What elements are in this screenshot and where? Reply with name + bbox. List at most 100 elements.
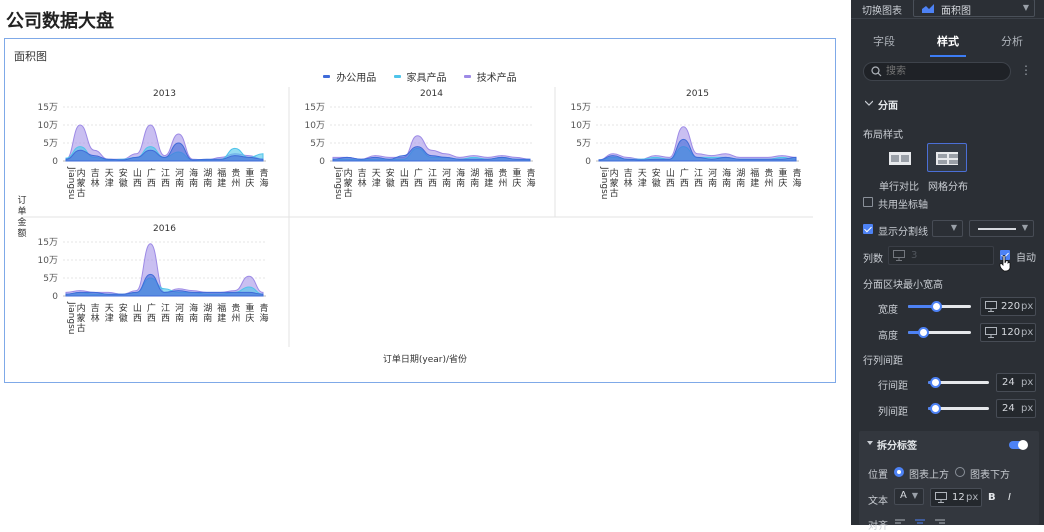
x-tick-label: 吉: [91, 303, 100, 314]
x-tick-label: 河: [175, 302, 184, 314]
align-left-icon[interactable]: [895, 519, 905, 525]
x-tick-label: Jiangsu: [66, 301, 76, 334]
x-tick-label: 湖: [203, 168, 212, 179]
height-slider-handle[interactable]: [918, 327, 929, 338]
more-options-icon[interactable]: ⋮: [1020, 63, 1032, 77]
align-center-icon[interactable]: [915, 519, 925, 525]
x-tick-label: 福: [217, 167, 226, 179]
y-tick-label: 0: [585, 157, 591, 167]
x-tick-label: 重: [245, 302, 254, 314]
search-box[interactable]: [863, 62, 1011, 81]
row-gap-input[interactable]: 24 px: [996, 373, 1036, 392]
position-above-radio[interactable]: [894, 467, 904, 477]
x-tick-label: 天: [105, 169, 114, 179]
tab-analysis[interactable]: 分析: [1001, 33, 1023, 49]
x-tick-label: 州: [231, 178, 240, 189]
row-gap-slider-handle[interactable]: [930, 377, 941, 388]
facet-title: 2013: [153, 89, 176, 99]
row-gap-slider[interactable]: [928, 377, 989, 388]
x-tick-label: 天: [638, 169, 647, 179]
y-tick-label: 5万: [310, 139, 325, 149]
x-tick-label: 西: [161, 178, 170, 189]
x-tick-label: 天: [105, 304, 114, 314]
x-tick-label: 南: [722, 177, 731, 189]
x-tick-label: 广: [147, 302, 156, 314]
height-input[interactable]: 120 px: [980, 323, 1036, 342]
min-size-label: 分面区块最小宽高: [863, 280, 943, 291]
x-tick-label: 庆: [778, 177, 787, 189]
layout-style-label: 布局样式: [863, 130, 903, 141]
y-tick-label: 5万: [576, 139, 591, 149]
y-tick-label: 15万: [571, 103, 591, 113]
layout-single-row-button[interactable]: [883, 145, 915, 170]
position-label: 位置: [868, 470, 888, 481]
x-tick-label: 徽: [119, 312, 128, 324]
width-slider[interactable]: [908, 301, 971, 312]
columns-input[interactable]: 3: [888, 246, 994, 265]
tab-fields[interactable]: 字段: [873, 33, 895, 49]
x-tick-label: 西: [400, 178, 409, 189]
font-size-unit: px: [966, 492, 979, 503]
chart-type-select[interactable]: 面积图 ▼: [913, 0, 1035, 17]
col-gap-label: 列间距: [878, 407, 908, 418]
caret-down-icon[interactable]: [867, 440, 873, 446]
col-gap-input[interactable]: 24 px: [996, 399, 1036, 418]
x-tick-label: 建: [750, 177, 759, 189]
facet-grid-chart: 201315万10万5万0Jiangsu 内蒙古吉林天津安徽山西广西江西河南海南湖…: [23, 87, 813, 347]
x-tick-label: 林: [91, 312, 100, 324]
show-divider-checkbox[interactable]: [863, 224, 873, 234]
width-label: 宽度: [878, 305, 898, 316]
x-tick-label: 州: [764, 178, 773, 189]
shared-axis-checkbox[interactable]: [863, 197, 873, 207]
font-size-input[interactable]: 12 px: [930, 488, 982, 507]
width-slider-handle[interactable]: [931, 301, 942, 312]
facet-section-title[interactable]: 分面: [878, 97, 898, 112]
x-tick-label: 建: [484, 177, 493, 189]
shared-axis-label: 共用坐标轴: [878, 200, 928, 211]
italic-button[interactable]: I: [1008, 492, 1011, 503]
split-label-subpanel: 拆分标签 位置 图表上方 图表下方 文本 A ▼ 12 px B I 对齐: [859, 431, 1039, 532]
x-tick-label: 福: [750, 167, 759, 179]
x-tick-label: 西: [147, 178, 156, 189]
y-tick-label: 5万: [43, 139, 58, 149]
height-label: 高度: [878, 331, 898, 342]
x-tick-label: 内: [77, 167, 86, 179]
x-tick-label: 安: [119, 167, 128, 179]
chevron-down-icon: ▼: [911, 491, 918, 500]
split-label-section-title[interactable]: 拆分标签: [877, 437, 917, 452]
chevron-down-icon: ▼: [1022, 3, 1029, 12]
x-tick-label: 徽: [119, 177, 128, 189]
x-tick-label: 河: [442, 167, 451, 179]
bold-button[interactable]: B: [988, 492, 996, 503]
show-divider-label: 显示分割线: [878, 227, 928, 238]
search-input[interactable]: [886, 65, 996, 78]
chart-card[interactable]: 面积图 办公用品 家具产品 技术产品 2013 15万 10万 5万 0 Jiangsu 内…: [4, 38, 836, 383]
align-right-icon[interactable]: [935, 519, 945, 525]
x-tick-label: 庆: [245, 177, 254, 189]
x-tick-label: 蒙: [610, 177, 619, 189]
font-color-select[interactable]: A ▼: [894, 488, 924, 505]
x-tick-label: Jiangsu: [333, 166, 343, 199]
x-tick-label: 重: [245, 167, 254, 179]
x-tick-label: 广: [414, 167, 423, 179]
x-tick-label: 山: [666, 168, 675, 179]
monitor-icon: [935, 492, 947, 503]
panel-tabs: 字段 样式 分析: [851, 30, 1044, 57]
y-tick-label: 10万: [571, 121, 591, 131]
monitor-icon: [893, 250, 905, 261]
layout-grid-button[interactable]: [927, 143, 967, 172]
width-input[interactable]: 220 px: [980, 297, 1036, 316]
chevron-down-icon[interactable]: [865, 99, 873, 107]
y-tick-label: 10万: [38, 256, 58, 266]
col-gap-slider[interactable]: [928, 403, 989, 414]
split-label-toggle[interactable]: [1009, 440, 1028, 450]
position-below-radio[interactable]: [955, 467, 965, 477]
y-tick-label: 10万: [305, 121, 325, 131]
col-gap-slider-handle[interactable]: [930, 403, 941, 414]
divider-color-select[interactable]: ▼: [932, 220, 963, 237]
x-tick-label: 津: [638, 178, 647, 189]
divider-line-style-select[interactable]: ▼: [969, 220, 1034, 237]
height-slider[interactable]: [908, 327, 971, 338]
tab-style[interactable]: 样式: [937, 33, 959, 49]
x-tick-label: 福: [217, 302, 226, 314]
